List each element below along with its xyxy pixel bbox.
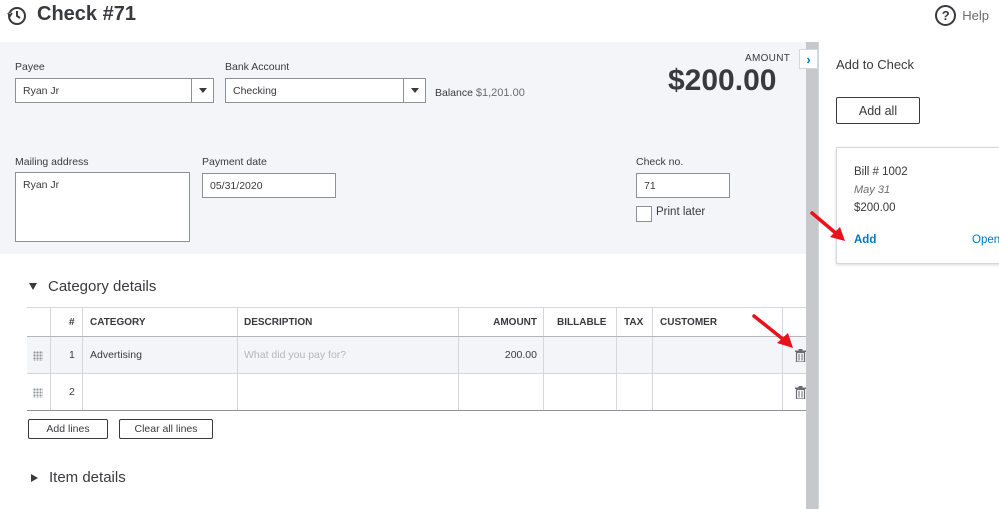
check-no-label: Check no. [636,156,684,168]
chevron-down-icon[interactable] [403,79,425,102]
category-table: # CATEGORY DESCRIPTION AMOUNT BILLABLE T… [27,307,806,411]
bill-card-add-link[interactable]: Add [854,234,876,246]
amount-label: AMOUNT [745,53,791,64]
mailing-address-value: Ryan Jr [23,179,60,191]
payee-value: Ryan Jr [23,85,60,97]
row-num: 2 [69,386,75,398]
help-label: Help [962,8,989,23]
col-header-category: CATEGORY [90,316,146,328]
bank-account-select[interactable]: Checking [225,78,426,103]
red-arrow-icon [810,211,845,241]
col-header-tax: TAX [624,316,644,328]
row-category[interactable]: Advertising [90,337,142,373]
mailing-address-field[interactable]: Ryan Jr [15,172,190,242]
chevron-right-icon: › [806,51,811,67]
add-all-button[interactable]: Add all [836,97,920,124]
bill-card-open-link[interactable]: Open [972,234,999,246]
row-amount[interactable] [458,374,537,410]
balance-display: Balance $1,201.00 [435,87,525,99]
check-no-value: 71 [644,180,656,192]
col-header-amount: AMOUNT [493,316,537,328]
row-description[interactable]: What did you pay for? [244,337,346,373]
col-header-num: # [69,316,75,328]
table-header: # CATEGORY DESCRIPTION AMOUNT BILLABLE T… [27,307,806,337]
top-bar: Check #71 ? Help [0,0,999,42]
page-title: Check #71 [37,3,136,25]
table-row[interactable]: 2 [27,374,806,411]
check-no-field[interactable]: 71 [636,173,730,198]
mailing-address-label: Mailing address [15,156,89,168]
bill-card-date: May 31 [854,184,891,196]
bill-card-amount: $200.00 [854,202,896,214]
col-header-customer: CUSTOMER [660,316,718,328]
payee-select[interactable]: Ryan Jr [15,78,214,103]
print-later-checkbox[interactable] [636,206,652,222]
drag-handle-icon[interactable] [33,388,43,398]
balance-label: Balance [435,87,473,99]
chevron-down-icon[interactable] [191,79,213,102]
caret-down-icon [29,283,37,290]
collapse-panel-button[interactable]: › [799,49,818,69]
payment-date-value: 05/31/2020 [210,180,263,192]
caret-right-icon [31,473,38,482]
item-details-toggle[interactable]: Item details [31,469,126,486]
row-num: 1 [69,349,75,361]
col-header-description: DESCRIPTION [244,316,313,328]
help-icon: ? [935,5,957,26]
bill-card: Bill # 1002 May 31 $200.00 Add Open [836,147,999,264]
balance-value: $1,201.00 [475,87,525,99]
amount-total: $200.00 [668,64,777,97]
print-later-label: Print later [656,206,706,218]
category-details-toggle[interactable]: Category details [29,278,156,295]
payment-date-label: Payment date [202,156,267,168]
item-details-title: Item details [49,469,126,486]
bill-card-title: Bill # 1002 [854,166,908,178]
red-arrow-icon [752,314,793,348]
bank-account-label: Bank Account [225,61,290,73]
category-details-title: Category details [48,278,157,295]
recent-transactions-icon[interactable] [6,5,28,27]
scrollbar[interactable] [806,42,818,509]
add-to-check-panel: Add to Check Add all Bill # 1002 May 31 … [818,42,999,509]
payee-label: Payee [15,61,45,73]
payment-date-field[interactable]: 05/31/2020 [202,173,336,198]
help-button[interactable]: ? Help [935,5,989,26]
clear-all-lines-button[interactable]: Clear all lines [119,419,213,439]
add-lines-button[interactable]: Add lines [28,419,108,439]
drag-handle-icon[interactable] [33,351,43,361]
row-amount[interactable]: 200.00 [458,337,537,373]
panel-title: Add to Check [836,57,915,72]
check-header-form: Payee Ryan Jr Bank Account Checking Bala… [0,42,806,254]
table-row[interactable]: 1 Advertising What did you pay for? 200.… [27,337,806,374]
col-header-billable: BILLABLE [557,316,607,328]
trash-icon[interactable] [795,386,806,399]
bank-account-value: Checking [233,85,277,97]
